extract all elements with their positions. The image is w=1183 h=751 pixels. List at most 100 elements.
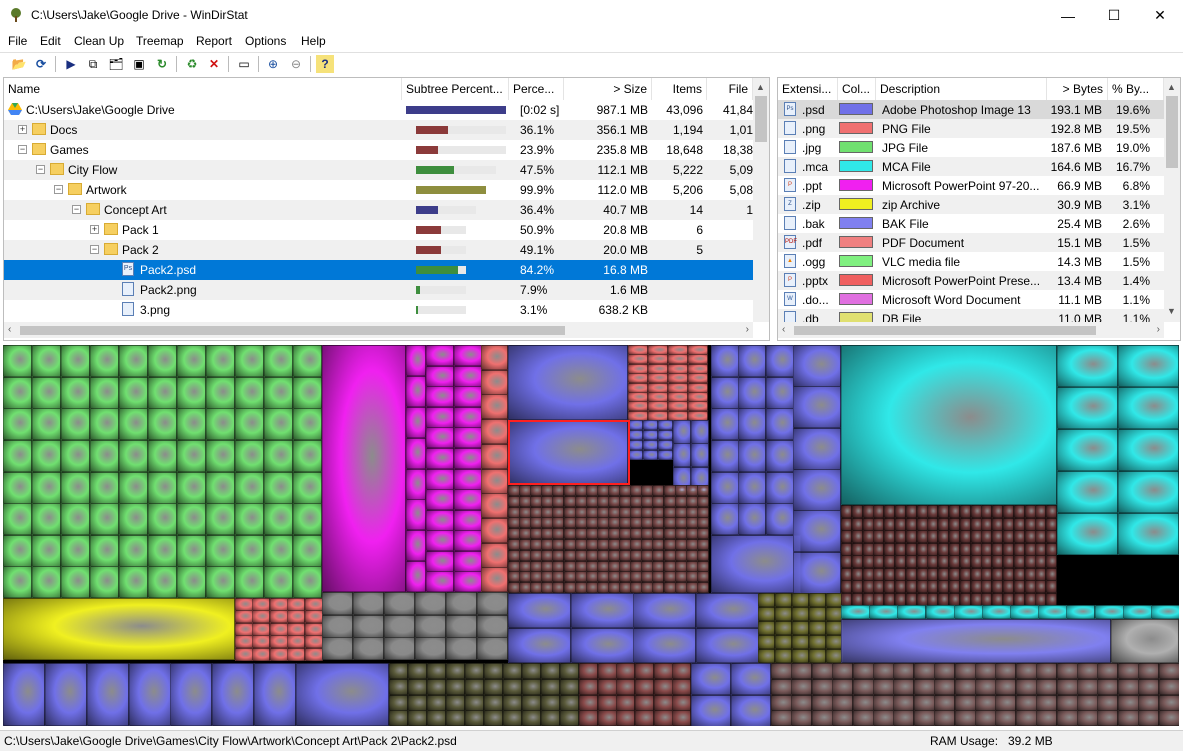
extension-row[interactable]: W .do... Microsoft Word Document 11.1 MB 1.1… bbox=[778, 290, 1164, 309]
treemap-jpg-cell[interactable] bbox=[177, 408, 206, 440]
treemap-png-cell[interactable] bbox=[616, 679, 635, 695]
treemap-misc-cell[interactable] bbox=[322, 615, 353, 638]
treemap-png-cell[interactable] bbox=[949, 555, 960, 568]
treemap-jpg-cell[interactable] bbox=[264, 503, 293, 535]
treemap-png-cell[interactable] bbox=[1016, 710, 1037, 726]
treemap-png-cell[interactable] bbox=[598, 679, 617, 695]
treemap-png-cell[interactable] bbox=[852, 530, 863, 543]
treemap-psd-cell[interactable] bbox=[628, 440, 643, 450]
treemap-misc-cell[interactable] bbox=[792, 635, 809, 649]
treemap-misc-cell[interactable] bbox=[775, 593, 792, 607]
treemap-jpg-cell[interactable] bbox=[293, 503, 322, 535]
treemap-png-cell[interactable] bbox=[1138, 663, 1159, 679]
treemap-misc-cell[interactable] bbox=[415, 592, 446, 615]
tree-horizontal-scrollbar[interactable]: ‹ › bbox=[4, 322, 753, 338]
treemap-psd-cell[interactable] bbox=[731, 695, 771, 726]
treemap-psd-cell[interactable] bbox=[633, 593, 696, 628]
treemap-png-cell[interactable] bbox=[635, 695, 654, 711]
treemap-png-cell[interactable] bbox=[938, 580, 949, 593]
treemap-png-cell[interactable] bbox=[652, 571, 664, 582]
treemap-png-cell[interactable] bbox=[481, 419, 508, 444]
treemap-png-cell[interactable] bbox=[992, 505, 1003, 518]
treemap-png-cell[interactable] bbox=[771, 695, 792, 711]
treemap-misc-cell[interactable] bbox=[484, 695, 503, 711]
refresh-selected-icon[interactable]: ↻ bbox=[153, 55, 171, 73]
treemap-psd-cell[interactable] bbox=[738, 408, 766, 440]
treemap-png-cell[interactable] bbox=[955, 663, 976, 679]
treemap-png-cell[interactable] bbox=[1057, 663, 1078, 679]
treemap-misc-cell[interactable] bbox=[522, 663, 541, 679]
expand-icon[interactable]: + bbox=[18, 125, 27, 134]
treemap-png-cell[interactable] bbox=[270, 648, 288, 661]
treemap-jpg-cell[interactable] bbox=[90, 472, 119, 504]
tree-row[interactable]: Pack2.png 7.9% 1.6 MB bbox=[4, 280, 753, 300]
treemap-png-cell[interactable] bbox=[1003, 530, 1014, 543]
treemap-png-cell[interactable] bbox=[895, 530, 906, 543]
treemap-jpg-cell[interactable] bbox=[264, 566, 293, 598]
treemap-mca-cell[interactable] bbox=[1057, 345, 1118, 387]
treemap-misc-cell[interactable] bbox=[427, 695, 446, 711]
treemap-jpg-cell[interactable] bbox=[90, 345, 119, 377]
extension-row[interactable]: .png PNG File 192.8 MB 19.5% bbox=[778, 119, 1164, 138]
treemap-ppt-cell[interactable] bbox=[406, 345, 426, 376]
treemap-psd-cell[interactable] bbox=[170, 663, 212, 726]
play-icon[interactable]: ▶ bbox=[62, 55, 80, 73]
column-header-extension[interactable]: Extensi... bbox=[778, 78, 838, 100]
treemap-png-cell[interactable] bbox=[616, 695, 635, 711]
treemap-jpg-cell[interactable] bbox=[148, 472, 177, 504]
treemap-jpg-cell[interactable] bbox=[206, 377, 235, 409]
treemap-ppt-cell[interactable] bbox=[454, 448, 482, 469]
extension-row[interactable]: Ps .psd Adobe Photoshop Image 13 193.1 MB 19… bbox=[778, 100, 1164, 119]
treemap-misc-cell[interactable] bbox=[522, 679, 541, 695]
treemap-psd-cell[interactable] bbox=[643, 420, 658, 430]
treemap-psd-cell[interactable] bbox=[711, 408, 739, 440]
treemap-png-cell[interactable] bbox=[1016, 695, 1037, 711]
treemap-jpg-cell[interactable] bbox=[119, 503, 148, 535]
treemap-png-cell[interactable] bbox=[981, 530, 992, 543]
delete-icon[interactable]: ✕ bbox=[205, 55, 223, 73]
treemap-jpg-cell[interactable] bbox=[32, 472, 61, 504]
treemap-png-cell[interactable] bbox=[873, 530, 884, 543]
tree-row[interactable]: Ps Pack2.psd 84.2% 16.8 MB bbox=[4, 260, 753, 280]
collapse-icon[interactable]: − bbox=[36, 165, 45, 174]
treemap-png-cell[interactable] bbox=[927, 555, 938, 568]
treemap-psd-cell[interactable] bbox=[628, 420, 643, 430]
menu-treemap[interactable]: Treemap bbox=[136, 34, 184, 48]
treemap-jpg-cell[interactable] bbox=[177, 472, 206, 504]
treemap-psd-cell[interactable] bbox=[696, 628, 759, 663]
minimize-button[interactable]: — bbox=[1045, 0, 1091, 31]
treemap-png-cell[interactable] bbox=[1077, 710, 1098, 726]
treemap-misc-cell[interactable] bbox=[484, 663, 503, 679]
directory-tree[interactable]: Name Subtree Percent... Perce... > Size … bbox=[3, 77, 770, 341]
treemap-png-cell[interactable] bbox=[791, 663, 812, 679]
treemap-misc-cell[interactable] bbox=[446, 637, 477, 660]
treemap-psd-cell[interactable] bbox=[738, 345, 766, 377]
treemap-psd-cell[interactable] bbox=[766, 377, 794, 409]
treemap-png-cell[interactable] bbox=[853, 695, 874, 711]
treemap-misc-cell[interactable] bbox=[560, 679, 579, 695]
treemap-png-cell[interactable] bbox=[1118, 710, 1139, 726]
treemap-png-cell[interactable] bbox=[1077, 695, 1098, 711]
treemap-png-cell[interactable] bbox=[688, 401, 708, 411]
treemap-png-cell[interactable] bbox=[1035, 530, 1046, 543]
treemap-png-cell[interactable] bbox=[1003, 555, 1014, 568]
treemap-png-cell[interactable] bbox=[852, 555, 863, 568]
extension-row[interactable]: .jpg JPG File 187.6 MB 19.0% bbox=[778, 138, 1164, 157]
treemap-misc-cell[interactable] bbox=[792, 593, 809, 607]
treemap-png-cell[interactable] bbox=[481, 567, 508, 592]
close-button[interactable]: ✕ bbox=[1137, 0, 1183, 31]
treemap-misc-cell[interactable] bbox=[503, 695, 522, 711]
treemap-psd-cell[interactable] bbox=[711, 535, 801, 593]
treemap-png-cell[interactable] bbox=[1035, 505, 1046, 518]
command-prompt-icon[interactable]: ▣ bbox=[130, 55, 148, 73]
tree-row[interactable]: − Games 23.9% 235.8 MB 18,648 18,38 bbox=[4, 140, 753, 160]
treemap-png-cell[interactable] bbox=[1057, 695, 1078, 711]
column-header-percent[interactable]: Perce... bbox=[509, 78, 564, 100]
recycle-bin-icon[interactable]: ♻ bbox=[183, 55, 201, 73]
treemap-jpg-cell[interactable] bbox=[119, 408, 148, 440]
treemap-psd-cell[interactable] bbox=[87, 663, 129, 726]
treemap-psd-cell[interactable] bbox=[254, 663, 296, 726]
collapse-icon[interactable]: − bbox=[90, 245, 99, 254]
treemap-jpg-cell[interactable] bbox=[293, 408, 322, 440]
treemap-psd-cell[interactable] bbox=[691, 695, 731, 726]
